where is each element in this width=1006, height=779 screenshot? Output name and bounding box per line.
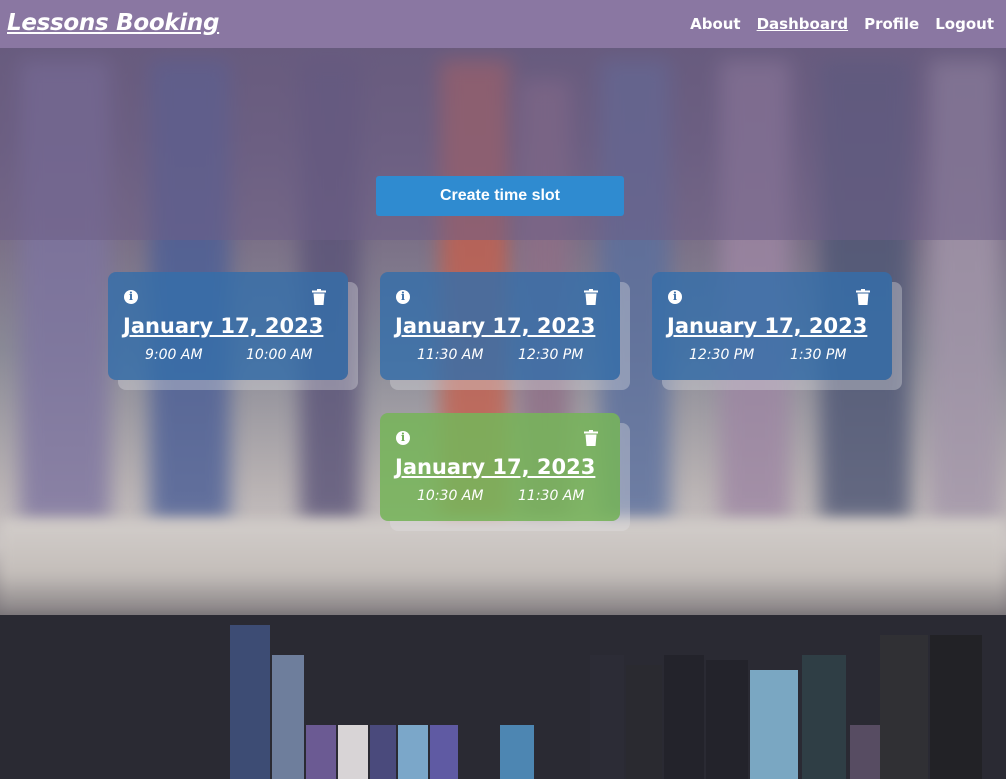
trash-icon[interactable] — [856, 289, 870, 305]
time-slot-card: i January 17, 2023 11:30 AM 12:30 PM — [380, 272, 620, 380]
slot-start-time: 10:30 AM — [417, 488, 484, 504]
slot-start-time: 11:30 AM — [417, 347, 484, 363]
info-icon[interactable]: i — [668, 290, 682, 304]
main-nav: About Dashboard Profile Logout — [690, 15, 994, 33]
time-slot-card: i January 17, 2023 12:30 PM 1:30 PM — [652, 272, 892, 380]
slot-start-time: 9:00 AM — [145, 347, 203, 363]
brand-logo-link[interactable]: Lessons Booking — [7, 10, 219, 36]
slot-end-time: 11:30 AM — [518, 488, 585, 504]
info-icon[interactable]: i — [124, 290, 138, 304]
slot-start-time: 12:30 PM — [689, 347, 755, 363]
trash-icon[interactable] — [584, 289, 598, 305]
nav-logout[interactable]: Logout — [935, 15, 994, 33]
info-icon[interactable]: i — [396, 290, 410, 304]
nav-dashboard[interactable]: Dashboard — [757, 15, 848, 33]
slot-end-time: 1:30 PM — [790, 347, 847, 363]
create-time-slot-button[interactable]: Create time slot — [376, 176, 624, 216]
nav-profile[interactable]: Profile — [864, 15, 919, 33]
top-nav-bar: Lessons Booking About Dashboard Profile … — [0, 0, 1006, 48]
time-slot-card-booked: i January 17, 2023 10:30 AM 11:30 AM — [380, 413, 620, 521]
trash-icon[interactable] — [312, 289, 326, 305]
nav-about[interactable]: About — [690, 15, 741, 33]
time-slot-card: i January 17, 2023 9:00 AM 10:00 AM — [108, 272, 348, 380]
slot-date-link[interactable]: January 17, 2023 — [395, 314, 595, 338]
slot-date-link[interactable]: January 17, 2023 — [395, 455, 595, 479]
slot-date-link[interactable]: January 17, 2023 — [123, 314, 323, 338]
trash-icon[interactable] — [584, 430, 598, 446]
info-icon[interactable]: i — [396, 431, 410, 445]
slot-end-time: 12:30 PM — [518, 347, 584, 363]
slot-end-time: 10:00 AM — [246, 347, 313, 363]
slot-date-link[interactable]: January 17, 2023 — [667, 314, 867, 338]
